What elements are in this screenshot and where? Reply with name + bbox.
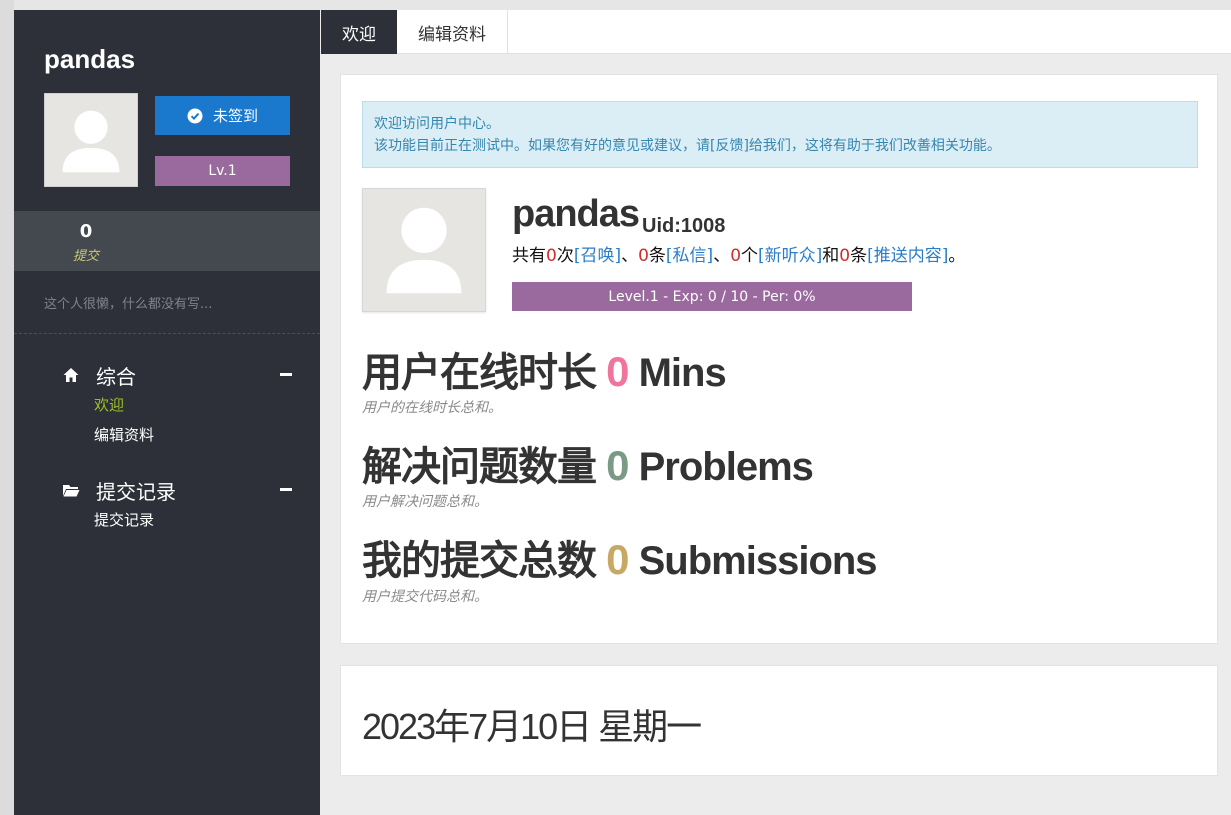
- avatar-placeholder-icon: [363, 189, 485, 311]
- summary-text: 和: [822, 246, 840, 266]
- push-content-link[interactable]: [推送内容]: [867, 246, 948, 266]
- page-background-top: [0, 0, 1231, 10]
- metric-description: 用户解决问题总和。: [362, 494, 488, 510]
- summary-text: 条: [850, 246, 868, 266]
- summary-text: 次: [556, 246, 574, 266]
- nav-header-submissions[interactable]: 提交记录: [62, 475, 292, 505]
- metric-unit: Submissions: [638, 539, 878, 583]
- date-card: 2023年7月10日 星期一: [340, 665, 1218, 776]
- sidebar-username: pandas: [44, 44, 136, 74]
- metric-title: 用户在线时长: [362, 351, 597, 395]
- sidebar: pandas 未签到 Lv.1 0 提交 这个人很懒，什么都没有写... 综合 …: [14, 10, 320, 815]
- collapse-icon[interactable]: [280, 373, 292, 376]
- fans-count: 0: [730, 246, 742, 266]
- profile-uid: Uid:1008: [642, 215, 726, 237]
- experience-progress-bar: Level.1 - Exp: 0 / 10 - Per: 0%: [512, 282, 912, 311]
- level-badge: Lv.1: [155, 156, 290, 186]
- metric-value: 0: [606, 536, 629, 583]
- current-date: 2023年7月10日 星期一: [362, 706, 702, 747]
- nav-group-submissions: 提交记录 提交记录: [62, 475, 292, 535]
- nav-header-submissions-label: 提交记录: [96, 479, 176, 504]
- summon-link[interactable]: [召唤]: [574, 246, 621, 266]
- page-background-left: [0, 0, 14, 815]
- metric-unit: Problems: [638, 445, 814, 489]
- metric-submissions: 我的提交总数 0 Submissions: [362, 528, 878, 586]
- metric-online-time: 用户在线时长 0 Mins: [362, 340, 727, 398]
- alert-line-1: 欢迎访问用户中心。: [374, 116, 500, 132]
- metric-value: 0: [606, 348, 629, 395]
- push-count: 0: [839, 246, 851, 266]
- summary-text: 。: [948, 246, 966, 266]
- user-center-card: 欢迎访问用户中心。 该功能目前正在测试中。如果您有好的意见或建议，请[反馈]给我…: [340, 74, 1218, 644]
- summary-text: 个: [741, 246, 759, 266]
- nav-item-edit-profile[interactable]: 编辑资料: [94, 420, 292, 450]
- summary-text: 条: [648, 246, 666, 266]
- metric-value: 0: [606, 442, 629, 489]
- summary-text: 、: [713, 246, 731, 266]
- check-circle-icon: [187, 108, 203, 123]
- summary-text: 、: [621, 246, 639, 266]
- summon-count: 0: [546, 246, 557, 266]
- nav-header-general[interactable]: 综合: [62, 360, 292, 390]
- sidebar-avatar: [44, 93, 138, 187]
- profile-avatar: [362, 188, 486, 312]
- metric-description: 用户提交代码总和。: [362, 589, 488, 605]
- user-bio: 这个人很懒，什么都没有写...: [44, 297, 213, 312]
- tab-edit-profile[interactable]: 编辑资料: [397, 10, 508, 54]
- metric-unit: Mins: [638, 351, 727, 395]
- submission-stat-value: 0: [79, 221, 93, 242]
- sidebar-divider: [14, 333, 320, 334]
- nav-item-welcome[interactable]: 欢迎: [94, 390, 292, 420]
- avatar-placeholder-icon: [45, 94, 137, 186]
- nav-group-general: 综合 欢迎 编辑资料: [62, 360, 292, 450]
- profile-username: pandas: [512, 193, 640, 235]
- private-message-link[interactable]: [私信]: [666, 246, 713, 266]
- metric-description: 用户的在线时长总和。: [362, 400, 502, 416]
- summary-text: 共有: [512, 246, 546, 266]
- submission-stat-label: 提交: [72, 249, 99, 264]
- tab-bar: 欢迎 编辑资料: [321, 10, 1231, 54]
- alert-line-2: 该功能目前正在测试中。如果您有好的意见或建议，请[反馈]给我们，这将有助于我们改…: [374, 138, 1001, 154]
- metric-solved-problems: 解决问题数量 0 Problems: [362, 434, 814, 492]
- folder-icon: [63, 485, 80, 497]
- checkin-label: 未签到: [212, 107, 258, 125]
- metric-title: 我的提交总数: [362, 539, 597, 583]
- pm-count: 0: [638, 246, 649, 266]
- checkin-button[interactable]: 未签到: [155, 96, 290, 135]
- nav-header-general-label: 综合: [96, 364, 136, 389]
- home-icon: [63, 368, 79, 382]
- new-listeners-link[interactable]: [新听众]: [758, 246, 822, 266]
- collapse-icon[interactable]: [280, 488, 292, 491]
- metric-title: 解决问题数量: [362, 445, 597, 489]
- tab-welcome[interactable]: 欢迎: [321, 10, 397, 54]
- profile-summary: 共有0次[召唤]、0条[私信]、0个[新听众]和0条[推送内容]。: [512, 241, 965, 266]
- info-alert: 欢迎访问用户中心。 该功能目前正在测试中。如果您有好的意见或建议，请[反馈]给我…: [362, 101, 1198, 168]
- submission-stat[interactable]: 0 提交: [14, 211, 320, 271]
- nav-item-submission-records[interactable]: 提交记录: [94, 505, 292, 535]
